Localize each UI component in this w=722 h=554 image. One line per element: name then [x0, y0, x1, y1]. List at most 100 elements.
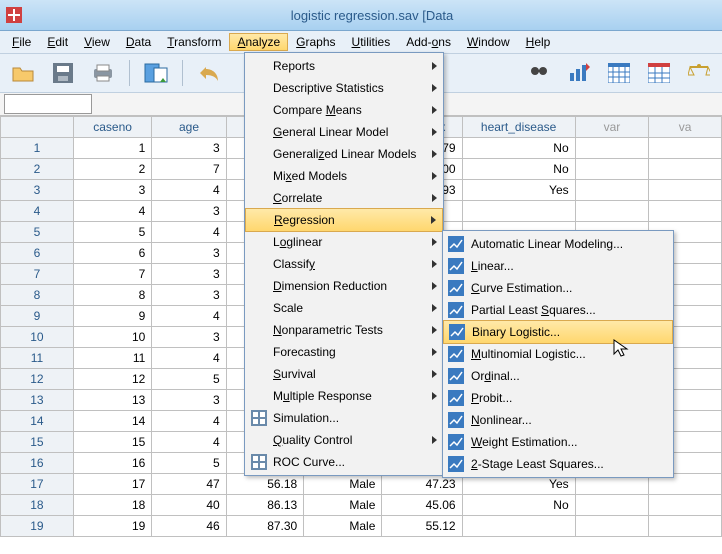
open-button[interactable] [6, 58, 40, 88]
cell-weight[interactable]: 87.30 [226, 516, 304, 537]
cell-caseno[interactable]: 5 [73, 222, 151, 243]
row-header[interactable]: 15 [1, 432, 74, 453]
calendar-button[interactable] [602, 58, 636, 88]
table-row[interactable]: 18184086.13Male45.06No [1, 495, 722, 516]
submenu-item-curve-estimation-[interactable]: Curve Estimation... [443, 277, 673, 299]
menu-item-correlate[interactable]: Correlate [245, 187, 443, 209]
cell-empty[interactable] [649, 159, 722, 180]
row-header[interactable]: 7 [1, 264, 74, 285]
cell-age[interactable]: 4 [152, 222, 226, 243]
cell-caseno[interactable]: 18 [73, 495, 151, 516]
submenu-item-nonlinear-[interactable]: Nonlinear... [443, 409, 673, 431]
cell-gender[interactable]: Male [304, 516, 382, 537]
cell-caseno[interactable]: 4 [73, 201, 151, 222]
cell-empty[interactable] [649, 180, 722, 201]
menu-item-multiple-response[interactable]: Multiple Response [245, 385, 443, 407]
menu-file[interactable]: File [4, 33, 39, 51]
row-header[interactable]: 19 [1, 516, 74, 537]
cell-gender[interactable]: Male [304, 474, 382, 495]
cell-empty[interactable] [575, 516, 649, 537]
cell-heart[interactable] [462, 516, 575, 537]
menu-analyze[interactable]: Analyze [229, 33, 288, 51]
column-header-var[interactable]: var [575, 117, 649, 138]
cell-age[interactable]: 40 [152, 495, 226, 516]
menu-item-general-linear-model[interactable]: General Linear Model [245, 121, 443, 143]
submenu-item-weight-estimation-[interactable]: Weight Estimation... [443, 431, 673, 453]
menu-item-roc-curve-[interactable]: ROC Curve... [245, 451, 443, 473]
cell-gender[interactable]: Male [304, 495, 382, 516]
cell-empty[interactable] [575, 159, 649, 180]
cell-caseno[interactable]: 1 [73, 138, 151, 159]
cell-age[interactable]: 4 [152, 180, 226, 201]
submenu-item-ordinal-[interactable]: Ordinal... [443, 365, 673, 387]
cell-empty[interactable] [575, 138, 649, 159]
cell-empty[interactable] [575, 495, 649, 516]
cell-age[interactable]: 4 [152, 348, 226, 369]
cell-caseno[interactable]: 7 [73, 264, 151, 285]
weight-button[interactable] [682, 58, 716, 88]
cell-heart[interactable]: No [462, 495, 575, 516]
cell-age[interactable]: 5 [152, 453, 226, 474]
submenu-item-binary-logistic-[interactable]: Binary Logistic... [443, 320, 673, 344]
menu-data[interactable]: Data [118, 33, 159, 51]
find-button[interactable] [522, 58, 556, 88]
cell-empty[interactable] [649, 201, 722, 222]
row-header[interactable]: 3 [1, 180, 74, 201]
cell-empty[interactable] [649, 516, 722, 537]
cell-age[interactable]: 4 [152, 306, 226, 327]
menu-edit[interactable]: Edit [39, 33, 76, 51]
cell-heart[interactable]: No [462, 159, 575, 180]
row-header[interactable]: 13 [1, 390, 74, 411]
submenu-item-multinomial-logistic-[interactable]: Multinomial Logistic... [443, 343, 673, 365]
menu-item-compare-means[interactable]: Compare Means [245, 99, 443, 121]
menu-help[interactable]: Help [518, 33, 559, 51]
menu-item-nonparametric-tests[interactable]: Nonparametric Tests [245, 319, 443, 341]
row-header[interactable]: 18 [1, 495, 74, 516]
menu-utilities[interactable]: Utilities [344, 33, 399, 51]
menu-item-regression[interactable]: Regression [245, 208, 443, 232]
menu-item-simulation-[interactable]: Simulation... [245, 407, 443, 429]
menu-item-mixed-models[interactable]: Mixed Models [245, 165, 443, 187]
cell-heart[interactable] [462, 201, 575, 222]
row-header[interactable]: 8 [1, 285, 74, 306]
menu-item-scale[interactable]: Scale [245, 297, 443, 319]
menu-item-forecasting[interactable]: Forecasting [245, 341, 443, 363]
cell-caseno[interactable]: 16 [73, 453, 151, 474]
row-header[interactable]: 17 [1, 474, 74, 495]
cell-caseno[interactable]: 13 [73, 390, 151, 411]
submenu-item-automatic-linear-modeling-[interactable]: Automatic Linear Modeling... [443, 233, 673, 255]
row-header[interactable]: 5 [1, 222, 74, 243]
menu-view[interactable]: View [76, 33, 118, 51]
cell-caseno[interactable]: 2 [73, 159, 151, 180]
cell-empty[interactable] [575, 201, 649, 222]
chart-button[interactable] [562, 58, 596, 88]
row-header[interactable]: 11 [1, 348, 74, 369]
cell-caseno[interactable]: 17 [73, 474, 151, 495]
cell-vo2max[interactable]: 45.06 [382, 495, 462, 516]
cell-age[interactable]: 5 [152, 369, 226, 390]
submenu-item-linear-[interactable]: Linear... [443, 255, 673, 277]
cell-vo2max[interactable]: 55.12 [382, 516, 462, 537]
row-header[interactable]: 2 [1, 159, 74, 180]
data-button[interactable] [642, 58, 676, 88]
menu-add-ons[interactable]: Add-ons [398, 33, 459, 51]
cell-weight[interactable]: 56.18 [226, 474, 304, 495]
menu-window[interactable]: Window [459, 33, 518, 51]
cell-heart[interactable]: No [462, 138, 575, 159]
cell-age[interactable]: 4 [152, 432, 226, 453]
cell-caseno[interactable]: 10 [73, 327, 151, 348]
row-header[interactable]: 12 [1, 369, 74, 390]
menu-transform[interactable]: Transform [159, 33, 229, 51]
menu-item-reports[interactable]: Reports [245, 55, 443, 77]
cell-empty[interactable] [649, 495, 722, 516]
submenu-item-probit-[interactable]: Probit... [443, 387, 673, 409]
cell-weight[interactable]: 86.13 [226, 495, 304, 516]
cell-age[interactable]: 47 [152, 474, 226, 495]
row-header[interactable]: 1 [1, 138, 74, 159]
cell-caseno[interactable]: 12 [73, 369, 151, 390]
cell-empty[interactable] [575, 180, 649, 201]
cell-age[interactable]: 3 [152, 327, 226, 348]
cell-empty[interactable] [649, 138, 722, 159]
table-row[interactable]: 19194687.30Male55.12 [1, 516, 722, 537]
cell-heart[interactable]: Yes [462, 180, 575, 201]
